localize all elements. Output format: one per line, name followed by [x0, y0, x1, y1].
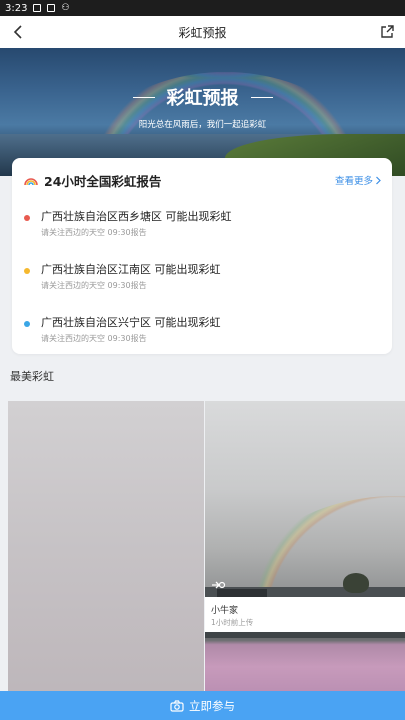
- participate-label: 立即参与: [189, 698, 235, 713]
- rainbow-report-card: 24小时全国彩虹报告 查看更多 广西壮族自治区西乡塘区 可能出现彩虹 请关注西边…: [12, 158, 392, 354]
- status-bar: 3:23 ⚇: [0, 0, 405, 16]
- tree-image: [343, 573, 369, 593]
- back-button[interactable]: [8, 22, 28, 42]
- chevron-right-icon: [376, 176, 381, 184]
- hero-title: 彩虹预报: [166, 88, 239, 109]
- report-item-sub: 请关注西边的天空 09:30报告: [41, 281, 147, 290]
- share-icon: [381, 25, 394, 38]
- tree-silhouette-image: [205, 632, 405, 638]
- gallery-status-icon: [33, 4, 42, 12]
- rainbow-image: [225, 496, 405, 597]
- app-status-icon: ⚇: [61, 3, 70, 13]
- status-time: 3:23: [5, 2, 28, 14]
- nav-bar: 彩虹预报: [0, 16, 405, 48]
- photo-author: 小牛家: [211, 606, 239, 616]
- yellow-dot-icon: [24, 268, 30, 274]
- report-item-text: 广西壮族自治区西乡塘区 可能出现彩虹: [41, 210, 232, 223]
- card-header: 24小时全国彩虹报告 查看更多: [24, 170, 382, 190]
- hero-title-wrap: 彩虹预报: [0, 84, 405, 110]
- chevron-left-icon: [13, 25, 22, 39]
- report-item-sub: 请关注西边的天空 09:30报告: [41, 334, 147, 343]
- photo-meta[interactable]: 小牛家 1小时前上传: [205, 597, 405, 632]
- report-item[interactable]: 广西壮族自治区西乡塘区 可能出现彩虹 请关注西边的天空 09:30报告: [24, 208, 384, 248]
- view-more-label: 查看更多: [334, 176, 373, 187]
- section-title: 最美彩虹: [10, 370, 54, 383]
- live-photo-icon: [212, 581, 226, 589]
- photo-time: 1小时前上传: [211, 618, 254, 627]
- red-dot-icon: [24, 215, 30, 221]
- rainbow-photo[interactable]: [8, 401, 204, 701]
- divider: [250, 96, 273, 98]
- page-title: 彩虹预报: [178, 25, 227, 40]
- participate-button[interactable]: 立即参与: [0, 691, 405, 720]
- card-title: 24小时全国彩虹报告: [44, 173, 162, 189]
- rainbow-photo[interactable]: [205, 401, 405, 597]
- hero-subtitle: 阳光总在风雨后，我们一起追彩虹: [138, 120, 267, 130]
- report-item-text: 广西壮族自治区江南区 可能出现彩虹: [41, 263, 221, 276]
- rainbow-icon: [24, 178, 38, 186]
- camera-icon: [170, 699, 184, 712]
- blue-dot-icon: [24, 321, 30, 327]
- report-item-sub: 请关注西边的天空 09:30报告: [41, 228, 147, 237]
- hero-banner: 彩虹预报 阳光总在风雨后，我们一起追彩虹: [0, 48, 405, 176]
- download-status-icon: [47, 4, 56, 12]
- report-item[interactable]: 广西壮族自治区江南区 可能出现彩虹 请关注西边的天空 09:30报告: [24, 261, 384, 301]
- divider: [132, 96, 155, 98]
- report-item-text: 广西壮族自治区兴宁区 可能出现彩虹: [41, 316, 221, 329]
- share-button[interactable]: [377, 22, 397, 42]
- report-item[interactable]: 广西壮族自治区兴宁区 可能出现彩虹 请关注西边的天空 09:30报告: [24, 314, 384, 354]
- view-more-link[interactable]: 查看更多: [335, 173, 382, 187]
